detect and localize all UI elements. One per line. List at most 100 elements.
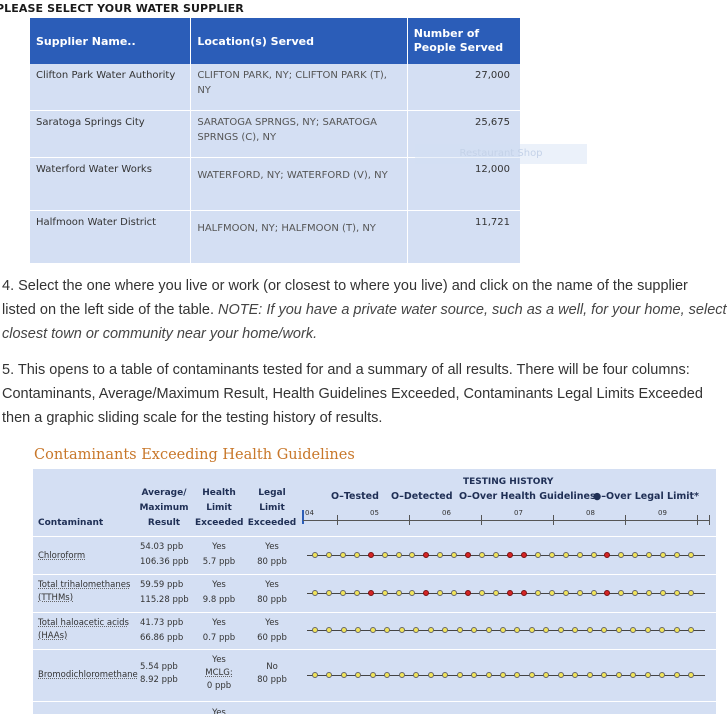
over-health-marker[interactable] [572, 627, 579, 633]
over-legal-marker[interactable] [520, 552, 527, 558]
over-health-marker[interactable] [659, 672, 666, 678]
over-legal-marker[interactable] [604, 590, 611, 596]
over-legal-marker[interactable] [465, 590, 472, 596]
over-health-marker[interactable] [557, 672, 564, 678]
over-health-marker[interactable] [630, 627, 637, 633]
over-health-marker[interactable] [590, 552, 597, 558]
over-health-marker[interactable] [615, 672, 622, 678]
over-health-marker[interactable] [384, 672, 391, 678]
supplier-link[interactable]: Waterford Water Works [30, 157, 192, 211]
over-health-marker[interactable] [548, 552, 555, 558]
over-health-marker[interactable] [381, 590, 388, 596]
over-health-marker[interactable] [493, 590, 500, 596]
over-health-marker[interactable] [632, 590, 639, 596]
over-health-marker[interactable] [601, 672, 608, 678]
over-health-marker[interactable] [674, 552, 681, 558]
over-health-marker[interactable] [500, 627, 506, 633]
health-limit-mclg[interactable]: MCLG: [195, 666, 243, 680]
over-health-marker[interactable] [557, 627, 564, 633]
over-health-marker[interactable] [355, 627, 362, 633]
over-health-marker[interactable] [618, 552, 625, 558]
over-legal-marker[interactable] [506, 552, 513, 558]
over-health-marker[interactable] [409, 552, 416, 558]
over-health-marker[interactable] [442, 627, 449, 633]
over-health-marker[interactable] [381, 552, 388, 558]
over-health-marker[interactable] [312, 552, 318, 558]
contaminant-link[interactable]: Total trihalomethanes [38, 578, 130, 592]
over-health-marker[interactable] [353, 552, 360, 558]
over-health-marker[interactable] [325, 590, 332, 596]
over-health-marker[interactable] [340, 627, 347, 633]
over-health-marker[interactable] [312, 627, 318, 633]
over-health-marker[interactable] [413, 627, 420, 633]
over-health-marker[interactable] [456, 672, 463, 678]
over-health-marker[interactable] [601, 627, 608, 633]
supplier-link[interactable]: Halfmoon Water District [30, 210, 192, 264]
over-health-marker[interactable] [514, 627, 521, 633]
over-health-marker[interactable] [688, 552, 694, 558]
over-health-marker[interactable] [437, 552, 444, 558]
over-health-marker[interactable] [688, 672, 694, 678]
over-health-marker[interactable] [471, 672, 478, 678]
over-health-marker[interactable] [660, 590, 667, 596]
over-health-marker[interactable] [674, 590, 681, 596]
over-health-marker[interactable] [325, 552, 332, 558]
contaminant-link[interactable]: Total haloacetic acids [38, 616, 129, 630]
over-health-marker[interactable] [312, 672, 318, 678]
over-health-marker[interactable] [618, 590, 625, 596]
over-health-marker[interactable] [630, 672, 637, 678]
supplier-link[interactable]: Saratoga Springs City [30, 110, 192, 158]
over-health-marker[interactable] [485, 627, 492, 633]
over-health-marker[interactable] [326, 672, 333, 678]
contaminant-link-line2[interactable]: (HAAs) [38, 629, 67, 643]
over-legal-marker[interactable] [520, 590, 527, 596]
over-health-marker[interactable] [479, 590, 486, 596]
over-health-marker[interactable] [543, 672, 550, 678]
over-health-marker[interactable] [427, 672, 434, 678]
over-health-marker[interactable] [326, 627, 333, 633]
over-health-marker[interactable] [355, 672, 362, 678]
over-health-marker[interactable] [659, 627, 666, 633]
contaminant-link[interactable]: Bromodichloromethane [38, 668, 138, 682]
over-health-marker[interactable] [528, 627, 535, 633]
over-health-marker[interactable] [409, 590, 416, 596]
over-health-marker[interactable] [660, 552, 667, 558]
over-legal-marker[interactable] [423, 590, 430, 596]
over-health-marker[interactable] [646, 552, 653, 558]
over-health-marker[interactable] [646, 590, 653, 596]
over-health-marker[interactable] [471, 627, 478, 633]
over-health-marker[interactable] [586, 672, 593, 678]
over-health-marker[interactable] [673, 627, 680, 633]
over-health-marker[interactable] [493, 552, 500, 558]
over-health-marker[interactable] [534, 552, 541, 558]
over-health-marker[interactable] [395, 590, 402, 596]
over-health-marker[interactable] [437, 590, 444, 596]
over-health-marker[interactable] [644, 672, 651, 678]
over-health-marker[interactable] [586, 627, 593, 633]
over-health-marker[interactable] [562, 590, 569, 596]
over-health-marker[interactable] [384, 627, 391, 633]
over-health-marker[interactable] [688, 590, 694, 596]
contaminant-link[interactable]: Chloroform [38, 549, 85, 563]
over-health-marker[interactable] [615, 627, 622, 633]
over-legal-marker[interactable] [506, 590, 513, 596]
over-health-marker[interactable] [514, 672, 521, 678]
over-health-marker[interactable] [534, 590, 541, 596]
col-supplier-name[interactable]: Supplier Name.. [30, 18, 192, 64]
over-health-marker[interactable] [576, 590, 583, 596]
over-health-marker[interactable] [398, 672, 405, 678]
over-health-marker[interactable] [528, 672, 535, 678]
over-health-marker[interactable] [340, 672, 347, 678]
over-health-marker[interactable] [479, 552, 486, 558]
over-legal-marker[interactable] [423, 552, 430, 558]
over-health-marker[interactable] [353, 590, 360, 596]
over-health-marker[interactable] [369, 672, 376, 678]
over-health-marker[interactable] [456, 627, 463, 633]
over-legal-marker[interactable] [465, 552, 472, 558]
over-health-marker[interactable] [427, 627, 434, 633]
over-health-marker[interactable] [398, 627, 405, 633]
supplier-link[interactable]: Clifton Park Water Authority [30, 64, 192, 111]
over-health-marker[interactable] [485, 672, 492, 678]
over-health-marker[interactable] [548, 590, 555, 596]
over-health-marker[interactable] [562, 552, 569, 558]
